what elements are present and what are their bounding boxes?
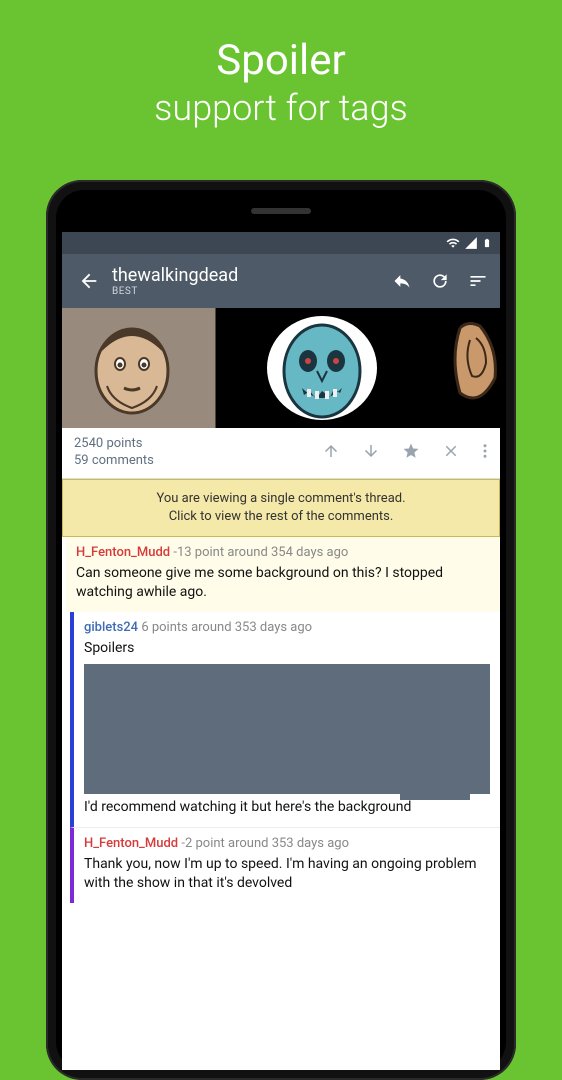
- hide-button[interactable]: [442, 442, 460, 464]
- comment-score: -13 point around 354 days ago: [173, 545, 348, 560]
- ear-art: [450, 318, 500, 408]
- refresh-button[interactable]: [430, 271, 450, 291]
- app-bar: thewalkingdead BEST: [62, 254, 500, 308]
- comment-item[interactable]: H_Fenton_Mudd -13 point around 354 days …: [62, 537, 500, 612]
- filter-button[interactable]: [468, 271, 488, 291]
- promo-line2: support for tags: [0, 87, 562, 129]
- reply-button[interactable]: [392, 271, 412, 291]
- spoiler-block[interactable]: [84, 664, 490, 794]
- comment-body: Thank you, now I'm up to speed. I'm havi…: [84, 855, 490, 893]
- spoiler-label: Spoilers: [84, 639, 490, 658]
- back-button[interactable]: [70, 262, 108, 300]
- battery-icon: [482, 236, 492, 250]
- comment-body-after: I'd recommend watching it but here's the…: [84, 798, 490, 817]
- signal-icon: [464, 236, 478, 250]
- sort-label: BEST: [112, 286, 392, 297]
- post-meta-bar: 2540 points 59 comments: [62, 428, 500, 479]
- wifi-icon: [446, 236, 460, 250]
- comment-score: 6 points around 353 days ago: [141, 620, 312, 635]
- comment-item[interactable]: H_Fenton_Mudd -2 point around 353 days a…: [70, 827, 500, 903]
- appbar-title-block[interactable]: thewalkingdead BEST: [112, 265, 392, 297]
- promo-title: Spoiler support for tags: [0, 0, 562, 129]
- zombie-art: [262, 313, 382, 428]
- single-thread-notice[interactable]: You are viewing a single comment's threa…: [62, 479, 500, 537]
- comment-username: H_Fenton_Mudd: [76, 545, 170, 560]
- comic-face-art: [82, 316, 182, 416]
- comment-username: giblets24: [84, 620, 138, 635]
- phone-frame: thewalkingdead BEST: [46, 180, 516, 1080]
- comment-username: H_Fenton_Mudd: [84, 836, 178, 851]
- downvote-button[interactable]: [362, 442, 380, 464]
- promo-line1: Spoiler: [0, 36, 562, 85]
- subreddit-title: thewalkingdead: [112, 265, 392, 286]
- more-button[interactable]: [482, 442, 488, 464]
- phone-inner: thewalkingdead BEST: [56, 190, 506, 1070]
- comment-body: Can someone give me some background on t…: [76, 564, 490, 602]
- upvote-button[interactable]: [322, 442, 340, 464]
- save-button[interactable]: [402, 442, 420, 464]
- post-stats: 2540 points 59 comments: [74, 436, 322, 470]
- notice-line2: Click to view the rest of the comments.: [73, 508, 489, 526]
- phone-speaker: [251, 208, 311, 214]
- post-image[interactable]: [62, 308, 500, 428]
- post-points: 2540 points: [74, 436, 322, 453]
- status-bar: [62, 232, 500, 254]
- comment-item[interactable]: giblets24 6 points around 353 days ago S…: [70, 612, 500, 827]
- post-comments: 59 comments: [74, 453, 322, 470]
- notice-line1: You are viewing a single comment's threa…: [73, 490, 489, 508]
- screen: thewalkingdead BEST: [62, 232, 500, 1070]
- comment-score: -2 point around 353 days ago: [181, 836, 349, 851]
